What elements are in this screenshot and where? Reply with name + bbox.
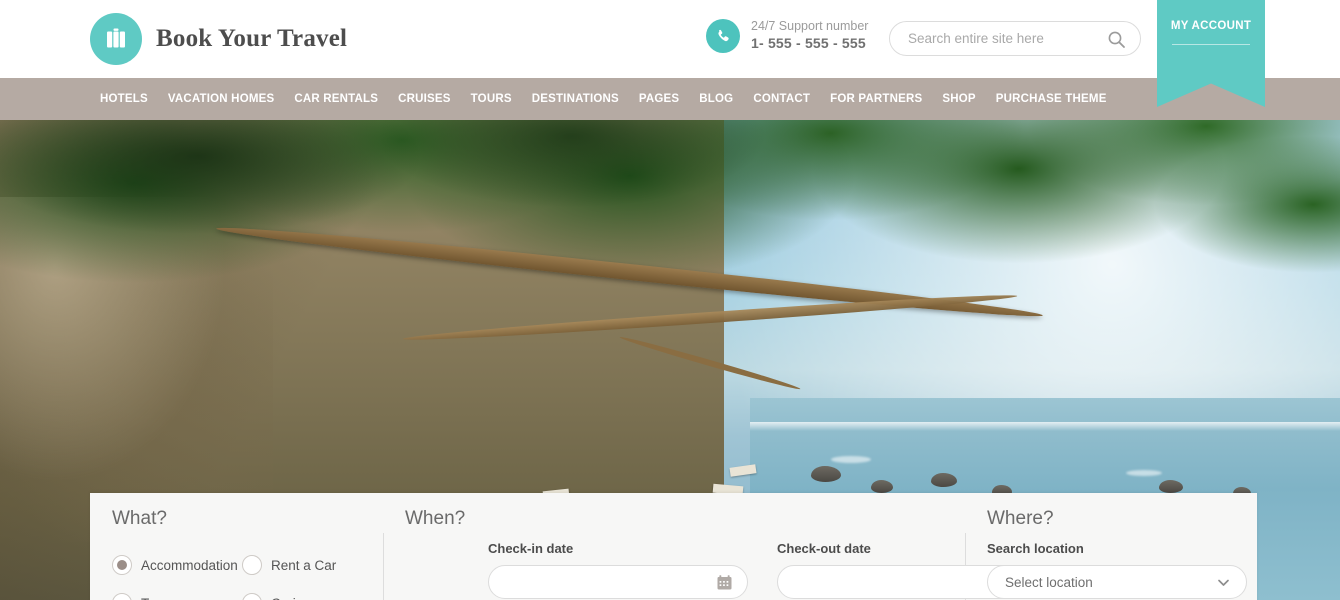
radio-label: Accommodation (141, 557, 238, 573)
nav-item-car-rentals[interactable]: CAR RENTALS (284, 78, 388, 120)
hero-rock (810, 465, 841, 482)
suitcase-icon (90, 13, 142, 65)
booking-what-section: What? Accommodation Rent a Car Tour Crui… (90, 493, 383, 600)
what-options: Accommodation Rent a Car Tour Cruise (112, 546, 372, 600)
hero-rock (1159, 480, 1184, 493)
nav-item-cruises[interactable]: CRUISES (388, 78, 461, 120)
nav-item-shop[interactable]: SHOP (932, 78, 985, 120)
what-title: What? (112, 508, 167, 529)
booking-when-section: When? Check-in date Check-out date (383, 493, 1037, 600)
my-account-label: MY ACCOUNT (1170, 20, 1252, 32)
nav-item-blog[interactable]: BLOG (689, 78, 743, 120)
hero-rock (871, 480, 893, 493)
radio-rent-a-car[interactable]: Rent a Car (242, 546, 372, 584)
nav-item-pages[interactable]: PAGES (629, 78, 689, 120)
nav-item-vacation-homes[interactable]: VACATION HOMES (158, 78, 285, 120)
my-account-underline (1172, 44, 1250, 45)
location-select-value: Select location (1005, 575, 1093, 590)
location-select[interactable]: Select location (987, 565, 1247, 599)
booking-where-section: Where? Search location Select location (965, 493, 1257, 600)
radio-indicator[interactable] (242, 555, 262, 575)
chevron-down-icon[interactable] (1215, 574, 1232, 596)
location-label: Search location (987, 541, 1084, 556)
hero-surf-line (750, 422, 1340, 432)
checkin-field: Check-in date (488, 541, 748, 599)
nav-item-for-partners[interactable]: FOR PARTNERS (820, 78, 932, 120)
radio-indicator[interactable] (112, 593, 132, 600)
site-logo-text: Book Your Travel (156, 25, 348, 52)
checkin-input-wrap[interactable] (488, 565, 748, 599)
checkin-input[interactable] (506, 566, 708, 598)
where-title: Where? (987, 508, 1054, 529)
radio-indicator[interactable] (112, 555, 132, 575)
radio-label: Rent a Car (271, 557, 337, 573)
nav-item-hotels[interactable]: HOTELS (90, 78, 158, 120)
support-label: 24/7 Support number (751, 19, 869, 34)
search-icon[interactable] (1107, 30, 1126, 54)
page-root: Book Your Travel 24/7 Support number 1- … (0, 0, 1340, 600)
main-navigation: HOTELS VACATION HOMES CAR RENTALS CRUISE… (0, 78, 1340, 120)
location-field: Search location Select location (987, 541, 1247, 599)
hero-foam (830, 456, 871, 463)
nav-items: HOTELS VACATION HOMES CAR RENTALS CRUISE… (90, 78, 1117, 120)
radio-label: Cruise (271, 596, 310, 600)
nav-item-tours[interactable]: TOURS (461, 78, 522, 120)
radio-label: Tour (141, 596, 167, 600)
site-search[interactable] (889, 21, 1141, 56)
hero-rock (931, 472, 958, 487)
nav-item-purchase-theme[interactable]: PURCHASE THEME (986, 78, 1117, 120)
search-input[interactable] (906, 22, 1096, 55)
support-number: 1- 555 - 555 - 555 (751, 35, 866, 52)
booking-search-panel: What? Accommodation Rent a Car Tour Crui… (90, 493, 1257, 600)
radio-tour[interactable]: Tour (112, 584, 242, 600)
when-title: When? (405, 508, 466, 529)
phone-icon (706, 19, 740, 53)
support-info: 24/7 Support number 1- 555 - 555 - 555 (706, 19, 868, 53)
radio-indicator[interactable] (242, 593, 262, 600)
radio-cruise[interactable]: Cruise (242, 584, 372, 600)
checkin-label: Check-in date (488, 541, 574, 556)
radio-accommodation[interactable]: Accommodation (112, 546, 242, 584)
site-logo[interactable]: Book Your Travel (90, 13, 347, 65)
nav-item-destinations[interactable]: DESTINATIONS (522, 78, 629, 120)
site-header: Book Your Travel 24/7 Support number 1- … (0, 0, 1340, 78)
nav-item-contact[interactable]: CONTACT (743, 78, 820, 120)
calendar-icon[interactable] (716, 574, 733, 596)
